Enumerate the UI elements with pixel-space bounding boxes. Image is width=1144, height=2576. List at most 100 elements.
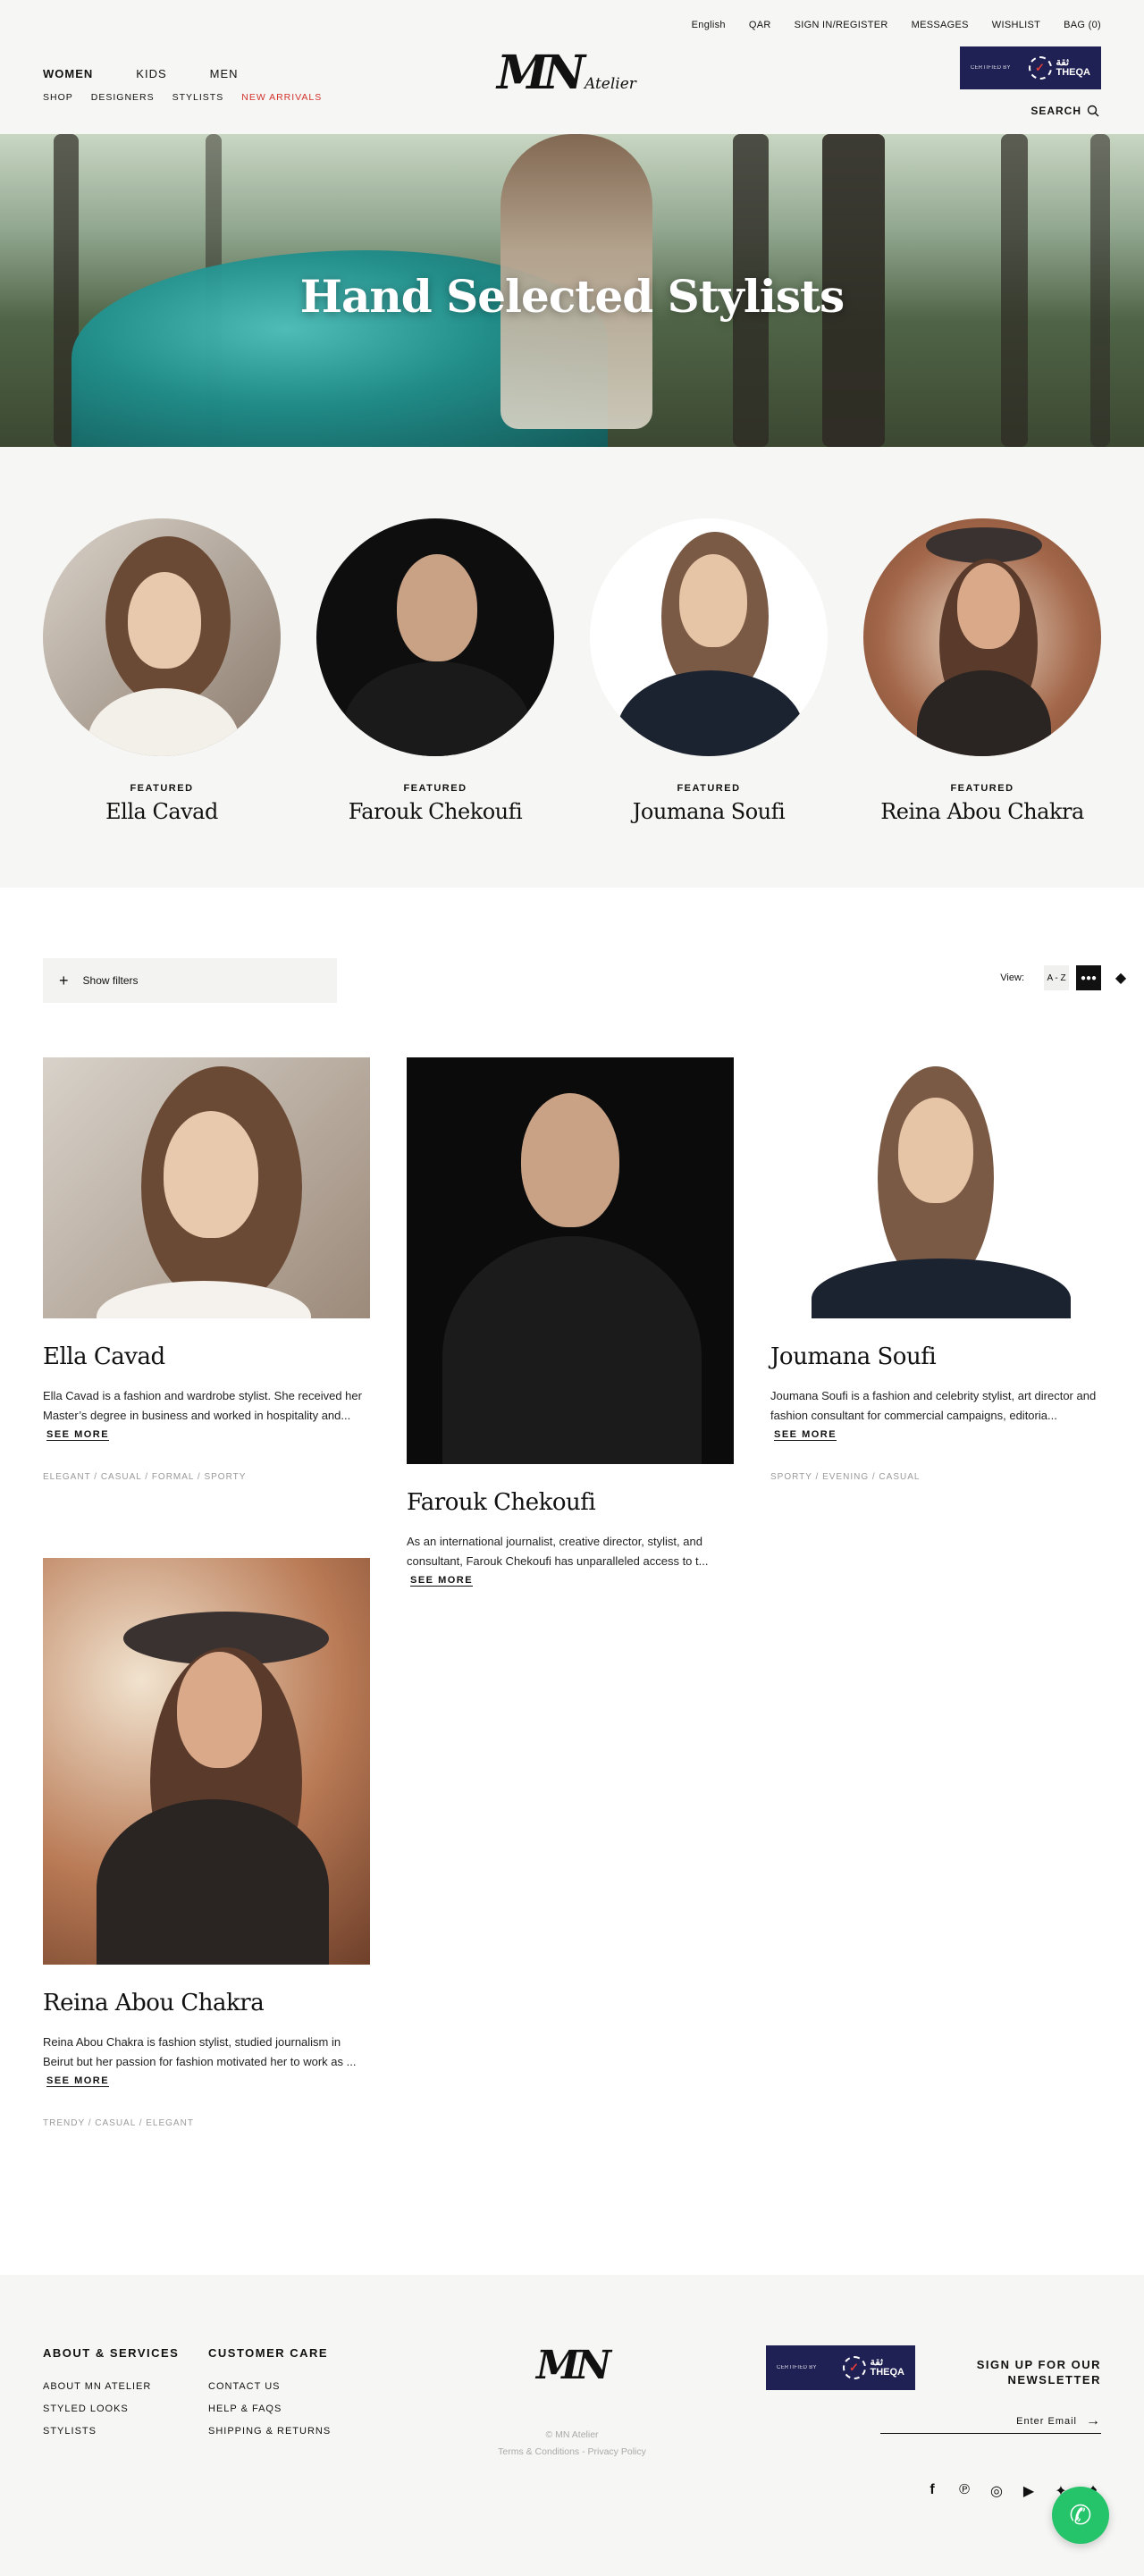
dots-icon: ●●● — [1080, 972, 1098, 983]
stylist-photo[interactable] — [43, 1558, 370, 1965]
theqa-badge[interactable]: CERTIFIED BY ✓ ثقة THEQA — [960, 46, 1101, 89]
arrow-right-icon[interactable]: → — [1086, 2413, 1101, 2429]
whatsapp-chat-button[interactable]: ✆ — [1052, 2487, 1109, 2544]
hero-title: Hand Selected Stylists — [299, 270, 845, 323]
site-footer: ABOUT & SERVICES ABOUT MN ATELIER STYLED… — [0, 2275, 1144, 2576]
theqa-word: THEQA — [870, 2367, 905, 2378]
stylist-description: Reina Abou Chakra is fashion stylist, st… — [43, 2035, 357, 2068]
featured-label: FEATURED — [403, 783, 467, 794]
newsletter-heading: SIGN UP FOR OUR NEWSLETTER — [977, 2357, 1101, 2387]
theqa-word: THEQA — [1056, 67, 1091, 78]
stylist-name[interactable]: Farouk Chekoufi — [407, 1489, 734, 1516]
featured-card-farouk[interactable]: FEATURED Farouk Chekoufi — [316, 518, 554, 824]
stylist-description: Ella Cavad is a fashion and wardrobe sty… — [43, 1389, 362, 1422]
hero-banner: Hand Selected Stylists — [0, 134, 1144, 447]
legal-links[interactable]: Terms & Conditions - Privacy Policy — [483, 2444, 661, 2461]
see-more-link[interactable]: SEE MORE — [774, 1429, 837, 1441]
checkmark-icon: ✓ — [842, 2356, 866, 2379]
main-nav: WOMEN KIDS MEN — [43, 67, 239, 80]
featured-card-ella[interactable]: FEATURED Ella Cavad — [43, 518, 281, 824]
stylist-card-joumana[interactable]: Joumana Soufi Joumana Soufi is a fashion… — [770, 1057, 1098, 1482]
footer-link-stylists[interactable]: STYLISTS — [43, 2426, 179, 2437]
footer-about-column: ABOUT & SERVICES ABOUT MN ATELIER STYLED… — [43, 2346, 179, 2448]
footer-theqa-badge[interactable]: CERTIFIED BY ✓ ثقة THEQA — [766, 2345, 915, 2390]
see-more-link[interactable]: SEE MORE — [46, 2075, 110, 2087]
plus-icon: + — [59, 971, 69, 989]
footer-link-shipping[interactable]: SHIPPING & RETURNS — [208, 2426, 331, 2437]
featured-photo — [43, 518, 281, 756]
wishlist-link[interactable]: WISHLIST — [992, 20, 1040, 30]
footer-link-styled-looks[interactable]: STYLED LOOKS — [43, 2403, 179, 2414]
view-grid-button[interactable]: ●●● — [1076, 965, 1101, 990]
search-button[interactable]: SEARCH — [1030, 105, 1099, 117]
newsletter-email-field[interactable]: Enter Email → — [880, 2409, 1101, 2434]
featured-name: Joumana Soufi — [632, 799, 786, 824]
language-selector[interactable]: English — [692, 20, 726, 30]
see-more-link[interactable]: SEE MORE — [410, 1575, 474, 1587]
featured-photo — [590, 518, 828, 756]
featured-card-reina[interactable]: FEATURED Reina Abou Chakra — [863, 518, 1101, 824]
footer-care-column: CUSTOMER CARE CONTACT US HELP & FAQS SHI… — [208, 2346, 331, 2448]
logo-atelier-text: Atelier — [585, 75, 636, 93]
search-icon — [1087, 105, 1099, 117]
facebook-icon[interactable]: f — [924, 2482, 940, 2500]
stylist-tags: ELEGANT / CASUAL / FORMAL / SPORTY — [43, 1472, 247, 1482]
stylist-photo[interactable] — [43, 1057, 370, 1318]
subnav-designers[interactable]: DESIGNERS — [91, 92, 155, 103]
stylist-photo[interactable] — [770, 1057, 1098, 1318]
checkmark-icon: ✓ — [1028, 56, 1052, 80]
sub-nav: SHOP DESIGNERS STYLISTS NEW ARRIVALS — [43, 92, 322, 103]
featured-card-joumana[interactable]: FEATURED Joumana Soufi — [590, 518, 828, 824]
footer-logo[interactable]: MN — [536, 2343, 611, 2388]
show-filters-button[interactable]: + Show filters — [43, 958, 337, 1003]
featured-photo — [863, 518, 1101, 756]
featured-name: Ella Cavad — [105, 799, 218, 824]
bag-link[interactable]: BAG (0) — [1064, 20, 1101, 30]
footer-link-about[interactable]: ABOUT MN ATELIER — [43, 2381, 179, 2392]
stylist-name[interactable]: Ella Cavad — [43, 1343, 370, 1370]
instagram-icon[interactable]: ◎ — [988, 2482, 1005, 2500]
stylist-tags: TRENDY / CASUAL / ELEGANT — [43, 2118, 194, 2128]
site-logo[interactable]: MN Atelier — [497, 50, 640, 97]
stylist-name[interactable]: Reina Abou Chakra — [43, 1990, 370, 2016]
utility-nav: English QAR SIGN IN/REGISTER MESSAGES WI… — [692, 20, 1101, 30]
sign-in-link[interactable]: SIGN IN/REGISTER — [795, 20, 888, 30]
featured-label: FEATURED — [950, 783, 1014, 794]
whatsapp-icon: ✆ — [1069, 2500, 1092, 2530]
newsletter-line-2: NEWSLETTER — [1007, 2373, 1101, 2387]
footer-link-help[interactable]: HELP & FAQS — [208, 2403, 331, 2414]
theqa-certified-text: CERTIFIED BY — [777, 2365, 817, 2370]
pinterest-icon[interactable]: ℗ — [956, 2482, 972, 2500]
view-label: View: — [1000, 972, 1024, 983]
nav-kids[interactable]: KIDS — [136, 67, 166, 80]
featured-label: FEATURED — [130, 783, 194, 794]
see-more-link[interactable]: SEE MORE — [46, 1429, 110, 1441]
youtube-icon[interactable]: ▶ — [1021, 2482, 1037, 2500]
stylist-card-reina[interactable]: Reina Abou Chakra Reina Abou Chakra is f… — [43, 1558, 370, 2128]
subnav-stylists[interactable]: STYLISTS — [172, 92, 224, 103]
show-filters-label: Show filters — [82, 974, 139, 987]
nav-men[interactable]: MEN — [210, 67, 239, 80]
site-header: English QAR SIGN IN/REGISTER MESSAGES WI… — [0, 0, 1144, 134]
featured-name: Reina Abou Chakra — [880, 799, 1084, 824]
stylist-card-ella[interactable]: Ella Cavad Ella Cavad is a fashion and w… — [43, 1057, 370, 1482]
stylist-name[interactable]: Joumana Soufi — [770, 1343, 1098, 1370]
subnav-new-arrivals[interactable]: NEW ARRIVALS — [241, 92, 322, 103]
newsletter-line-1: SIGN UP FOR OUR — [976, 2358, 1101, 2371]
stylist-card-farouk[interactable]: Farouk Chekoufi As an international jour… — [407, 1057, 734, 1587]
footer-care-title: CUSTOMER CARE — [208, 2346, 329, 2360]
messages-link[interactable]: MESSAGES — [912, 20, 969, 30]
view-single-button[interactable]: ◆ — [1108, 965, 1133, 990]
stylist-photo[interactable] — [407, 1057, 734, 1464]
search-label: SEARCH — [1030, 105, 1081, 117]
currency-selector[interactable]: QAR — [749, 20, 771, 30]
featured-label: FEATURED — [677, 783, 741, 794]
subnav-shop[interactable]: SHOP — [43, 92, 73, 103]
stylist-description: As an international journalist, creative… — [407, 1535, 709, 1568]
footer-link-contact[interactable]: CONTACT US — [208, 2381, 331, 2392]
diamond-icon: ◆ — [1115, 971, 1127, 986]
view-az-button[interactable]: A - Z — [1044, 965, 1069, 990]
nav-women[interactable]: WOMEN — [43, 67, 93, 80]
stylist-tags: SPORTY / EVENING / CASUAL — [770, 1472, 921, 1482]
footer-about-title: ABOUT & SERVICES — [43, 2346, 180, 2360]
